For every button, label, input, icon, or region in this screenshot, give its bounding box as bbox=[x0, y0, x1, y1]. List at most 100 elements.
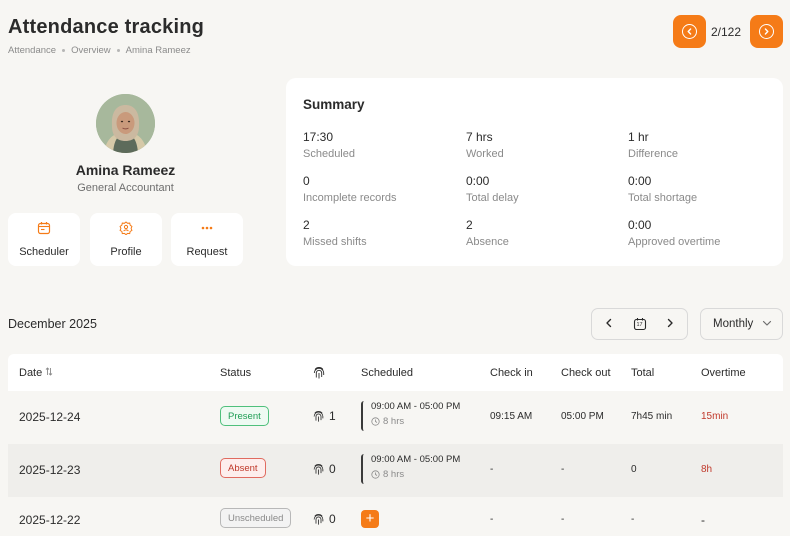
chevron-right-icon bbox=[759, 24, 774, 39]
sort-icon bbox=[45, 367, 53, 379]
employee-role: General Accountant bbox=[77, 182, 174, 194]
punch-count-value: 0 bbox=[329, 512, 336, 526]
chevron-right-icon[interactable] bbox=[665, 315, 675, 333]
stat-label: Absence bbox=[466, 236, 509, 248]
stat-missed-shifts: 2 Missed shifts bbox=[303, 218, 367, 248]
scheduler-label: Scheduler bbox=[19, 246, 69, 258]
stat-label: Total delay bbox=[466, 192, 519, 204]
column-label: Date bbox=[19, 367, 43, 379]
more-dots-icon bbox=[200, 221, 214, 240]
stat-incomplete-records: 0 Incomplete records bbox=[303, 174, 397, 204]
punch-count: 1 bbox=[312, 409, 336, 423]
shift-duration: 8 hrs bbox=[371, 469, 460, 480]
calendar-icon bbox=[37, 221, 51, 240]
chevron-down-icon bbox=[762, 318, 772, 331]
stat-value: 0:00 bbox=[628, 174, 652, 188]
stat-value: 1 hr bbox=[628, 130, 649, 144]
row-date: 2025-12-23 bbox=[19, 463, 81, 477]
breadcrumb: Attendance Overview Amina Rameez bbox=[8, 45, 191, 56]
punch-count: 0 bbox=[312, 512, 336, 526]
clock-icon bbox=[371, 417, 380, 426]
fingerprint-icon bbox=[313, 411, 324, 422]
add-schedule-button[interactable]: + bbox=[361, 510, 379, 528]
user-badge-icon bbox=[119, 221, 133, 240]
stat-difference: 1 hr Difference bbox=[628, 130, 678, 160]
total-time: - bbox=[631, 514, 635, 525]
scheduled-shift: 09:00 AM - 05:00 PM 8 hrs bbox=[361, 401, 460, 431]
employee-name: Amina Rameez bbox=[75, 162, 176, 178]
check-out: - bbox=[561, 514, 565, 525]
row-date: 2025-12-22 bbox=[19, 513, 81, 527]
column-check-out: Check out bbox=[561, 367, 611, 379]
table-row[interactable]: 2025-12-23 Absent 0 09:00 AM - 05:00 PM … bbox=[8, 444, 783, 497]
status-badge: Present bbox=[220, 406, 269, 426]
stat-total-delay: 0:00 Total delay bbox=[466, 174, 519, 204]
shift-hours: 8 hrs bbox=[383, 469, 405, 480]
breadcrumb-item[interactable]: Attendance bbox=[8, 45, 56, 56]
check-in: 09:15 AM bbox=[490, 411, 533, 422]
table-row[interactable]: 2025-12-24 Present 1 09:00 AM - 05:00 PM… bbox=[8, 391, 783, 444]
breadcrumb-item[interactable]: Overview bbox=[71, 45, 111, 56]
check-in: - bbox=[490, 514, 494, 525]
stat-label: Scheduled bbox=[303, 148, 355, 160]
stat-worked: 7 hrs Worked bbox=[466, 130, 504, 160]
shift-time: 09:00 AM - 05:00 PM bbox=[371, 401, 461, 412]
profile-button[interactable]: Profile bbox=[90, 213, 162, 266]
shift-hours: 8 hrs bbox=[383, 416, 405, 427]
overtime: 15min bbox=[701, 411, 729, 422]
view-period-select[interactable]: Monthly bbox=[700, 308, 783, 340]
fingerprint-icon bbox=[312, 365, 326, 383]
shift-time: 09:00 AM - 05:00 PM bbox=[371, 454, 461, 465]
stat-value: 0 bbox=[303, 174, 310, 188]
column-total: Total bbox=[631, 367, 655, 379]
stat-label: Worked bbox=[466, 148, 504, 160]
stat-value: 2 bbox=[466, 218, 473, 232]
column-check-in: Check in bbox=[490, 367, 533, 379]
stat-approved-overtime: 0:00 Approved overtime bbox=[628, 218, 720, 248]
current-month: December 2025 bbox=[8, 317, 97, 331]
status-badge: Unscheduled bbox=[220, 508, 292, 528]
breadcrumb-separator bbox=[62, 49, 66, 52]
shift-duration: 8 hrs bbox=[371, 416, 460, 427]
column-date[interactable]: Date bbox=[19, 367, 53, 379]
profile-label: Profile bbox=[110, 246, 142, 258]
summary-title: Summary bbox=[303, 97, 365, 112]
overtime: 8h bbox=[701, 464, 713, 475]
scheduled-shift: 09:00 AM - 05:00 PM 8 hrs bbox=[361, 454, 460, 484]
chevron-left-icon bbox=[682, 24, 697, 39]
stat-label: Difference bbox=[628, 148, 678, 160]
chevron-left-icon[interactable] bbox=[604, 315, 614, 333]
column-status: Status bbox=[220, 367, 252, 379]
stat-value: 0:00 bbox=[466, 174, 490, 188]
row-date: 2025-12-24 bbox=[19, 410, 81, 424]
avatar bbox=[96, 94, 155, 153]
scheduler-button[interactable]: Scheduler bbox=[8, 213, 80, 266]
stat-value: 7 hrs bbox=[466, 130, 493, 144]
total-time: 0 bbox=[631, 464, 637, 475]
breadcrumb-separator bbox=[116, 49, 120, 52]
view-period-value: Monthly bbox=[713, 318, 754, 330]
calendar-day: 17 bbox=[636, 322, 643, 328]
request-button[interactable]: Request bbox=[171, 213, 243, 266]
record-pager: 2/122 bbox=[711, 25, 742, 39]
stat-value: 0:00 bbox=[628, 218, 652, 232]
stat-label: Approved overtime bbox=[628, 236, 721, 248]
calendar-today-button[interactable]: 17 bbox=[633, 317, 647, 331]
clock-icon bbox=[371, 470, 380, 479]
next-record-button[interactable] bbox=[750, 15, 783, 48]
punch-count-value: 1 bbox=[329, 409, 336, 423]
previous-record-button[interactable] bbox=[673, 15, 706, 48]
stat-value: 2 bbox=[303, 218, 310, 232]
breadcrumb-item: Amina Rameez bbox=[125, 45, 191, 56]
check-out: - bbox=[561, 464, 565, 475]
stat-total-shortage: 0:00 Total shortage bbox=[628, 174, 697, 204]
stat-label: Total shortage bbox=[628, 192, 698, 204]
stat-absence: 2 Absence bbox=[466, 218, 509, 248]
stat-label: Missed shifts bbox=[303, 236, 367, 248]
punch-count: 0 bbox=[312, 462, 336, 476]
fingerprint-icon bbox=[313, 464, 324, 475]
table-row[interactable]: 2025-12-22 Unscheduled 0 + - - - - bbox=[8, 497, 783, 536]
date-navigator: 17 bbox=[591, 308, 688, 340]
status-badge: Absent bbox=[220, 458, 266, 478]
page-title: Attendance tracking bbox=[8, 16, 205, 38]
